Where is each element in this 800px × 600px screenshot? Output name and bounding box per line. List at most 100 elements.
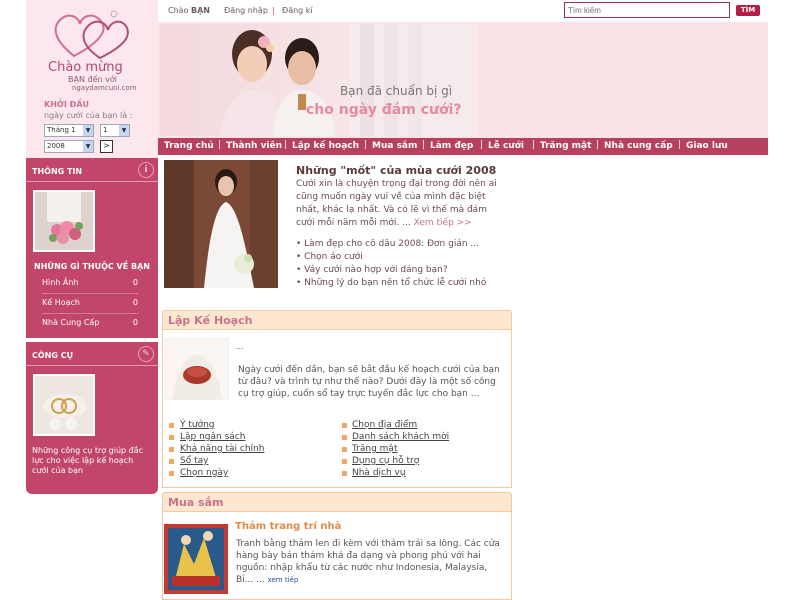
login-link[interactable]: Đăng nhập xyxy=(224,6,268,15)
list-item[interactable]: • Chọn áo cưới xyxy=(296,251,506,264)
plan-link-notebook[interactable]: Sổ tay xyxy=(180,456,208,466)
right-column xyxy=(513,158,763,600)
bullet-icon xyxy=(342,447,347,452)
top-bar: Chào BẠN Đăng nhập | Đăng kí TÌM xyxy=(158,0,768,22)
greeting-name: BẠN xyxy=(191,6,210,15)
search-input[interactable] xyxy=(564,2,730,18)
page: Chào mừng BẠN đến với ngaydamcuoi.com KH… xyxy=(26,0,768,600)
info-panel-title: THÔNG TIN xyxy=(32,167,83,176)
day-select[interactable]: 1 ▼ xyxy=(100,124,130,137)
tool-panel: CÔNG CỤ ✎ Những công cụ trợ giúp đắc lực… xyxy=(26,342,158,494)
couple-image-icon xyxy=(220,24,478,136)
bride-bouquet-image-icon xyxy=(166,339,228,399)
shop-image[interactable] xyxy=(164,524,228,594)
month-select[interactable]: Tháng 1 ▼ xyxy=(44,124,94,137)
count-value: 0 xyxy=(132,298,138,307)
main-nav: Trang chủ | Thành viên | Lập kế hoạch | … xyxy=(158,138,768,155)
greeting-text: Chào xyxy=(168,6,189,15)
plan-ellipsis: ... xyxy=(236,342,244,351)
list-item[interactable]: • Làm đẹp cho cô dâu 2008: Đơn giản ... xyxy=(296,238,506,251)
tool-panel-header: CÔNG CỤ ✎ xyxy=(26,342,158,366)
plan-image xyxy=(165,338,229,400)
plan-link-services[interactable]: Nhà dịch vụ xyxy=(352,468,406,478)
plan-intro-text: Ngày cưới đến dần, bạn sẽ bắt đầu kế hoạ… xyxy=(238,365,500,399)
start-heading: KHỞI ĐẦU xyxy=(44,100,90,109)
feature-more-link[interactable]: Xem tiếp >> xyxy=(414,218,472,228)
bouquet-thumbnail xyxy=(33,190,95,252)
count-label: Hình Ảnh xyxy=(42,278,79,287)
belong-title: NHỮNG GÌ THUỘC VỀ BẠN xyxy=(34,262,150,271)
feature-image[interactable] xyxy=(164,160,278,288)
nav-divider: | xyxy=(364,140,368,150)
rings-thumbnail xyxy=(33,374,95,436)
carpet-image-icon xyxy=(164,524,228,594)
banner: Bạn đã chuẩn bị gì cho ngày đám cưới? xyxy=(158,22,768,138)
chevron-down-icon: ▼ xyxy=(119,125,129,136)
plan-section-header[interactable]: Lập Kế Hoạch xyxy=(162,310,512,330)
nav-home[interactable]: Trang chủ xyxy=(164,141,214,151)
plan-link-venue[interactable]: Chọn địa điểm xyxy=(352,420,417,430)
top-separator: | xyxy=(272,6,275,15)
info-panel-header: THÔNG TIN i xyxy=(26,158,158,182)
plan-link-tools[interactable]: Dụng cụ hỗ trợ xyxy=(352,456,419,466)
year-value: 2008 xyxy=(47,142,65,150)
nav-divider: | xyxy=(422,140,426,150)
hearts-logo-icon xyxy=(54,10,129,60)
nav-honeymoon[interactable]: Trăng mật xyxy=(540,141,591,151)
banner-line-1: Bạn đã chuẩn bị gì xyxy=(340,84,453,98)
plan-link-finance[interactable]: Khả năng tài chính xyxy=(180,444,264,454)
plan-link-date[interactable]: Chọn ngày xyxy=(180,468,228,478)
feature-title[interactable]: Những "mốt" của mùa cưới 2008 xyxy=(296,164,496,177)
nav-planning[interactable]: Lập kế hoạch xyxy=(292,141,359,151)
count-label: Nhà Cung Cấp xyxy=(42,318,100,327)
bullet-icon xyxy=(342,423,347,428)
nav-community[interactable]: Giao lưu xyxy=(686,141,728,151)
bullet-icon xyxy=(169,435,174,440)
chevron-down-icon: ▼ xyxy=(83,141,93,152)
main-content: Những "mốt" của mùa cưới 2008 Cưới xin l… xyxy=(162,158,512,600)
shop-item-title[interactable]: Thảm trang trí nhà xyxy=(235,521,341,532)
nav-divider: | xyxy=(532,140,536,150)
month-value: Tháng 1 xyxy=(47,126,76,134)
plan-link-honeymoon[interactable]: Trăng mật xyxy=(352,444,397,454)
count-row-plans[interactable]: Kế Hoạch 0 xyxy=(42,294,138,314)
bullet-icon xyxy=(342,471,347,476)
nav-members[interactable]: Thành viên xyxy=(226,141,282,151)
plan-link-ideas[interactable]: Ý tưởng xyxy=(180,420,215,430)
count-value: 0 xyxy=(132,318,138,327)
search-button[interactable]: TÌM xyxy=(736,5,760,16)
bullet-icon xyxy=(169,423,174,428)
nav-shopping[interactable]: Mua sắm xyxy=(372,141,417,151)
logo-to-you: BẠN đến với xyxy=(68,75,117,84)
plan-link-guests[interactable]: Danh sách khách mời xyxy=(352,432,449,442)
list-item[interactable]: • Những lý do bạn nên tổ chức lễ cưới nh… xyxy=(296,277,506,290)
go-button[interactable]: > xyxy=(100,140,113,153)
nav-divider: | xyxy=(596,140,600,150)
count-row-images[interactable]: Hình Ảnh 0 xyxy=(42,274,138,294)
nav-divider: | xyxy=(678,140,682,150)
feature-list: • Làm đẹp cho cô dâu 2008: Đơn giản ... … xyxy=(296,238,506,290)
bullet-icon xyxy=(169,471,174,476)
shop-more-link[interactable]: xem tiếp xyxy=(268,576,299,584)
shop-item-text: Tranh bằng thảm len đi kèm với thảm trải… xyxy=(236,538,504,586)
count-value: 0 xyxy=(132,278,138,287)
logo-welcome: Chào mừng xyxy=(48,60,123,75)
banner-line-2: cho ngày đám cưới? xyxy=(306,102,462,118)
bullet-icon xyxy=(169,459,174,464)
nav-divider: | xyxy=(480,140,484,150)
register-link[interactable]: Đăng kí xyxy=(282,6,313,15)
count-row-vendors[interactable]: Nhà Cung Cấp 0 xyxy=(42,314,138,334)
year-select[interactable]: 2008 ▼ xyxy=(44,140,94,153)
nav-beauty[interactable]: Làm đẹp xyxy=(430,141,473,151)
tools-icon: ✎ xyxy=(138,346,154,362)
left-column: Chào mừng BẠN đến với ngaydamcuoi.com KH… xyxy=(26,0,158,600)
bullet-icon xyxy=(342,435,347,440)
nav-vendors[interactable]: Nhà cung cấp xyxy=(604,141,673,151)
shop-section-header[interactable]: Mua sắm xyxy=(162,492,512,512)
bullet-icon xyxy=(169,447,174,452)
list-item[interactable]: • Váy cưới nào hợp với dáng bạn? xyxy=(296,264,506,277)
feature-body: Cưới xin là chuyện trọng đại trong đời n… xyxy=(296,178,502,230)
nav-wedding[interactable]: Lễ cưới xyxy=(488,141,524,151)
tool-panel-title: CÔNG CỤ xyxy=(32,351,74,360)
plan-link-budget[interactable]: Lập ngân sách xyxy=(180,432,245,442)
